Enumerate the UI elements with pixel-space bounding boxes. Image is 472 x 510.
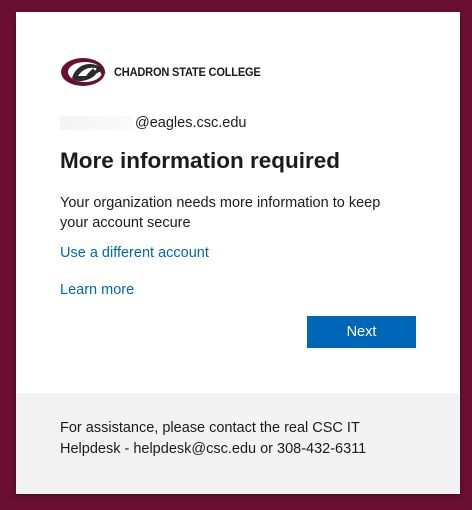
use-different-account-link[interactable]: Use a different account (60, 245, 209, 261)
footer-panel: For assistance, please contact the real … (16, 393, 460, 494)
redacted-username (60, 116, 134, 130)
next-button[interactable]: Next (307, 316, 416, 348)
helpdesk-notice: For assistance, please contact the real … (60, 420, 367, 457)
eagle-head-icon (61, 58, 106, 86)
college-name: CHADRON STATE COLLEGE (114, 65, 261, 79)
account-identity: @eagles.csc.edu (60, 115, 246, 131)
college-logo: CHADRON STATE COLLEGE (60, 56, 273, 88)
page-title: More information required (60, 148, 341, 173)
sign-in-card: CHADRON STATE COLLEGE @eagles.csc.edu Mo… (16, 12, 460, 494)
description-text: Your organization needs more information… (60, 195, 381, 231)
email-domain: @eagles.csc.edu (135, 115, 247, 131)
learn-more-link[interactable]: Learn more (60, 282, 134, 298)
